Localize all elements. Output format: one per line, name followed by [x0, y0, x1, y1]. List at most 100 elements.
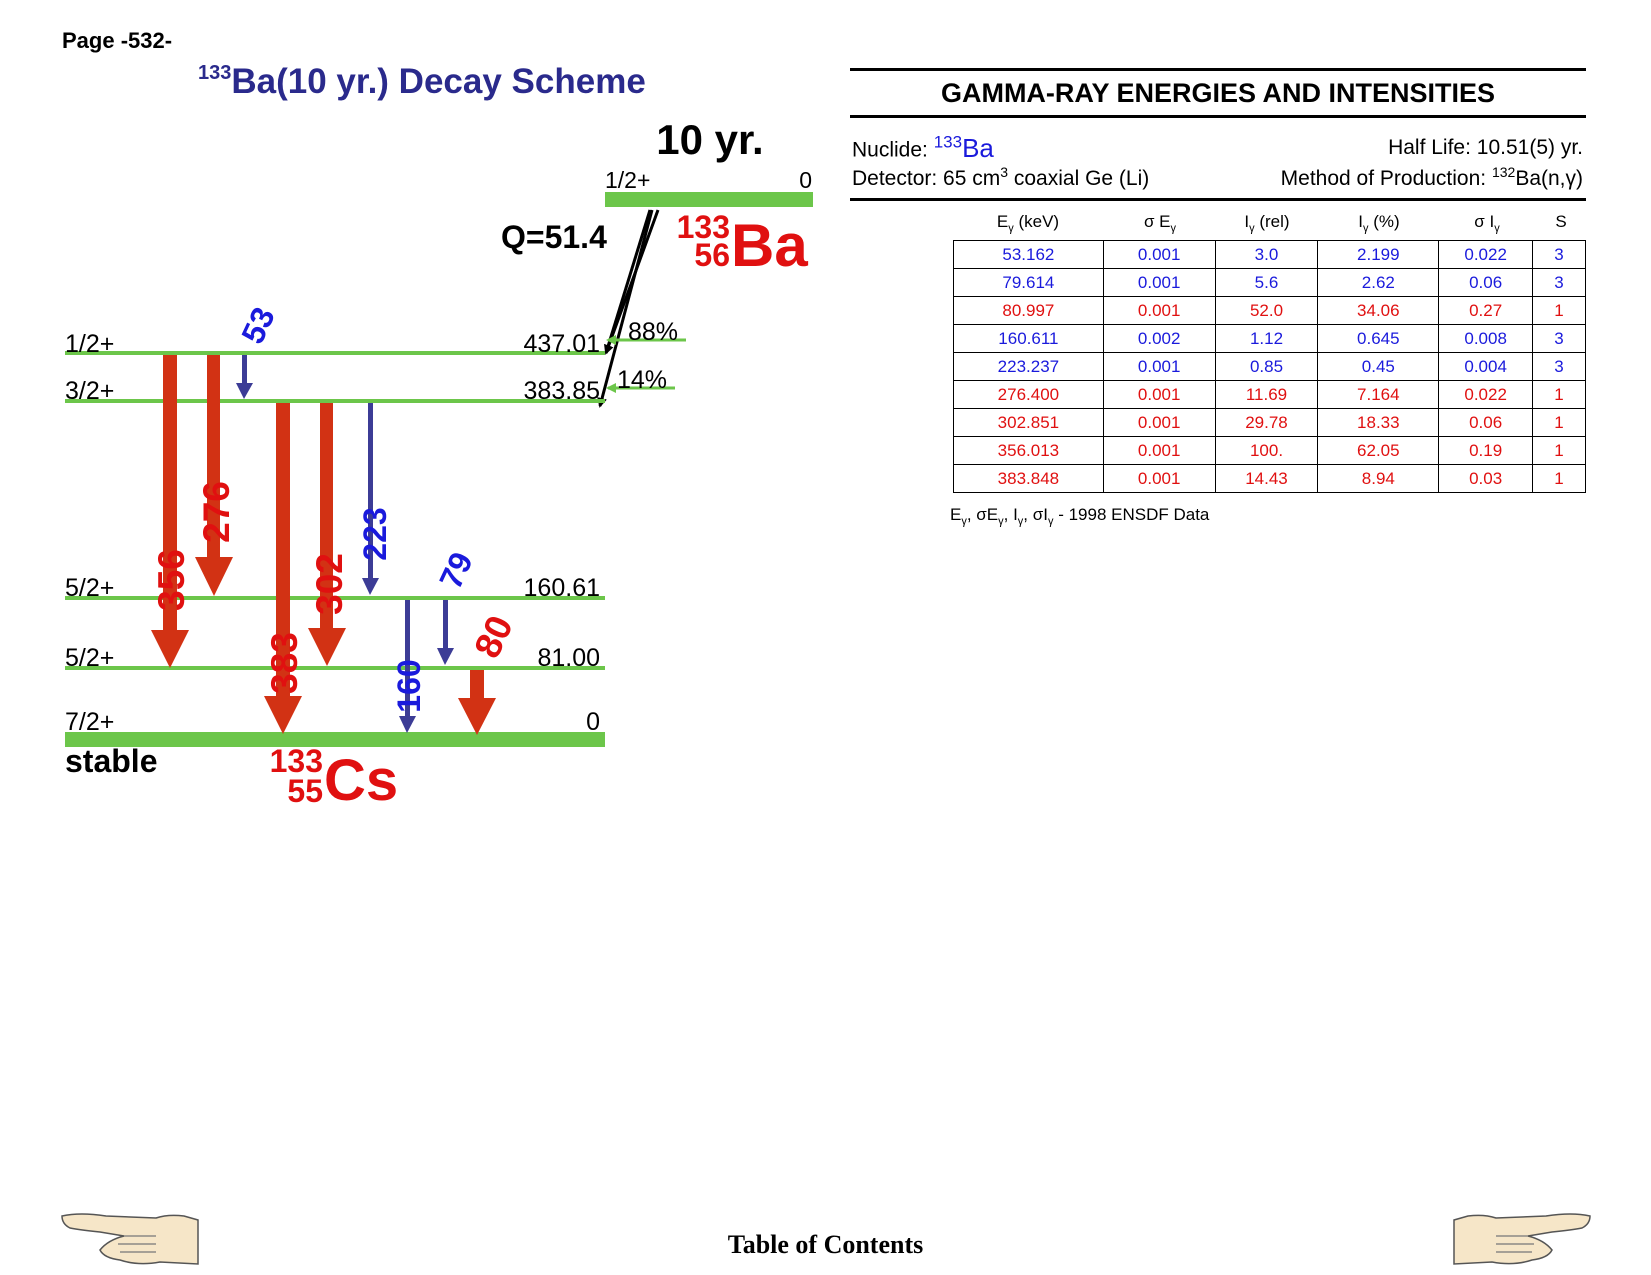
- level-energy-437: 437.01: [524, 330, 600, 358]
- transition-302: 302: [308, 403, 350, 666]
- header-ipct-unit: (%): [1368, 212, 1400, 231]
- transition-276: 276: [195, 355, 237, 596]
- header-intensity-rel: Iγ (rel): [1244, 212, 1289, 234]
- table-row: 276.400 0.001 11.69 7.164 0.022 1: [953, 380, 1586, 409]
- transition-label-302: 302: [309, 553, 350, 615]
- level-spin-160: 5/2+: [65, 574, 114, 602]
- transition-label-53: 53: [234, 302, 282, 349]
- cell-sigma-energy: 0.001: [1102, 352, 1216, 381]
- cell-intensity-rel: 29.78: [1214, 408, 1319, 437]
- cell-s-flag: 3: [1532, 268, 1586, 297]
- parent-spin: 1/2+: [605, 167, 650, 193]
- table-row: 223.237 0.001 0.85 0.45 0.004 3: [953, 352, 1586, 381]
- header-sigma-energy: σ Eγ: [1144, 212, 1176, 234]
- cell-sigma-intensity: 0.06: [1438, 268, 1534, 297]
- transition-label-276: 276: [196, 481, 237, 543]
- cell-intensity-rel: 100.: [1214, 436, 1319, 465]
- decay-scheme-diagram: 10 yr. 1/2+ 0 Q=51.4 133 56 Ba 88% 14% 1…: [65, 116, 813, 813]
- table-row: 53.162 0.001 3.0 2.199 0.022 3: [953, 240, 1586, 269]
- transition-label-80: 80: [466, 609, 521, 664]
- level-energy-0: 0: [586, 708, 600, 736]
- level-energy-383: 383.85: [524, 377, 600, 405]
- table-row: 160.611 0.002 1.12 0.645 0.008 3: [953, 324, 1586, 353]
- transition-160: 160: [391, 600, 427, 733]
- level-spin-383: 3/2+: [65, 377, 114, 405]
- nuclide-symbol: Ba: [962, 132, 994, 163]
- cell-intensity-rel: 3.0: [1214, 240, 1319, 269]
- header-intensity-pct: Iγ (%): [1358, 212, 1399, 234]
- cell-sigma-energy: 0.001: [1102, 380, 1216, 409]
- table-of-contents-link[interactable]: Table of Contents: [0, 1230, 1651, 1260]
- cell-intensity-pct: 2.62: [1317, 268, 1440, 297]
- level-energy-81: 81.00: [537, 644, 600, 672]
- cell-sigma-intensity: 0.27: [1438, 296, 1534, 325]
- transition-80: 80: [458, 609, 521, 735]
- cell-energy: 223.237: [953, 352, 1104, 381]
- table-row: 80.997 0.001 52.0 34.06 0.27 1: [953, 296, 1586, 325]
- cell-sigma-energy: 0.001: [1102, 436, 1216, 465]
- table-row: 356.013 0.001 100. 62.05 0.19 1: [953, 436, 1586, 465]
- parent-atomic-number: 56: [694, 237, 730, 273]
- header-sigma-i-sub: γ: [1494, 222, 1500, 235]
- cell-s-flag: 1: [1532, 380, 1586, 409]
- cell-sigma-energy: 0.001: [1102, 464, 1216, 493]
- header-sigma-intensity: σ Iγ: [1474, 212, 1499, 234]
- cell-intensity-pct: 62.05: [1317, 436, 1440, 465]
- cell-sigma-energy: 0.001: [1102, 408, 1216, 437]
- cell-sigma-energy: 0.002: [1102, 324, 1216, 353]
- cell-sigma-intensity: 0.03: [1438, 464, 1534, 493]
- production-method: Method of Production: 132Ba(n,γ): [1281, 164, 1583, 191]
- cell-intensity-pct: 18.33: [1317, 408, 1440, 437]
- header-energy: Eγ (keV): [997, 212, 1059, 234]
- note-dash: -: [1053, 505, 1069, 524]
- cell-energy: 276.400: [953, 380, 1104, 409]
- cell-s-flag: 1: [1532, 408, 1586, 437]
- cell-intensity-rel: 5.6: [1214, 268, 1319, 297]
- note-si: , σI: [1023, 505, 1048, 524]
- parent-energy: 0: [799, 167, 812, 193]
- cell-intensity-pct: 2.199: [1317, 240, 1440, 269]
- cell-intensity-pct: 34.06: [1317, 296, 1440, 325]
- cell-sigma-energy: 0.001: [1102, 268, 1216, 297]
- cell-sigma-intensity: 0.004: [1438, 352, 1534, 381]
- cell-s-flag: 3: [1532, 352, 1586, 381]
- detector-type: coaxial Ge (Li): [1008, 167, 1150, 190]
- level-energy-160: 160.61: [524, 574, 600, 602]
- header-sigma-i-symbol: σ I: [1474, 212, 1495, 231]
- detector-label: Detector: 65 cm: [852, 167, 1001, 190]
- cell-energy: 356.013: [953, 436, 1104, 465]
- cell-s-flag: 1: [1532, 464, 1586, 493]
- transition-label-383: 383: [264, 632, 305, 694]
- cell-energy: 79.614: [953, 268, 1104, 297]
- note-source: 1998 ENSDF Data: [1068, 505, 1210, 524]
- transition-label-160: 160: [391, 659, 427, 712]
- transition-53: 53: [234, 302, 282, 399]
- cell-intensity-pct: 7.164: [1317, 380, 1440, 409]
- cell-intensity-rel: 14.43: [1214, 464, 1319, 493]
- cell-energy: 302.851: [953, 408, 1104, 437]
- cell-energy: 383.848: [953, 464, 1104, 493]
- table-info-rule: [850, 198, 1586, 201]
- cell-intensity-rel: 11.69: [1214, 380, 1319, 409]
- nuclide-label: Nuclide:: [852, 138, 928, 162]
- level-spin-0: 7/2+: [65, 708, 114, 736]
- transition-label-223: 223: [357, 507, 393, 560]
- cell-sigma-intensity: 0.008: [1438, 324, 1534, 353]
- header-irel-unit: (rel): [1254, 212, 1290, 231]
- nuclide-info: Nuclide: 133Ba: [852, 132, 994, 164]
- transition-label-79: 79: [432, 547, 480, 594]
- daughter-atomic-number: 55: [287, 773, 323, 809]
- nuclide-mass-number: 133: [933, 132, 963, 151]
- cell-intensity-pct: 8.94: [1317, 464, 1440, 493]
- note-i: , I: [1003, 505, 1018, 524]
- cell-sigma-intensity: 0.022: [1438, 380, 1534, 409]
- level-spin-81: 5/2+: [65, 644, 114, 672]
- table-row: 79.614 0.001 5.6 2.62 0.06 3: [953, 268, 1586, 297]
- cell-sigma-intensity: 0.19: [1438, 436, 1534, 465]
- parent-level-line: [605, 192, 813, 207]
- next-page-hand-icon[interactable]: [1450, 1210, 1592, 1270]
- cell-intensity-rel: 0.85: [1214, 352, 1319, 381]
- nuclide-value: 133Ba: [933, 132, 994, 163]
- cell-sigma-energy: 0.001: [1102, 240, 1216, 269]
- detector-unit-exponent: 3: [1000, 164, 1009, 180]
